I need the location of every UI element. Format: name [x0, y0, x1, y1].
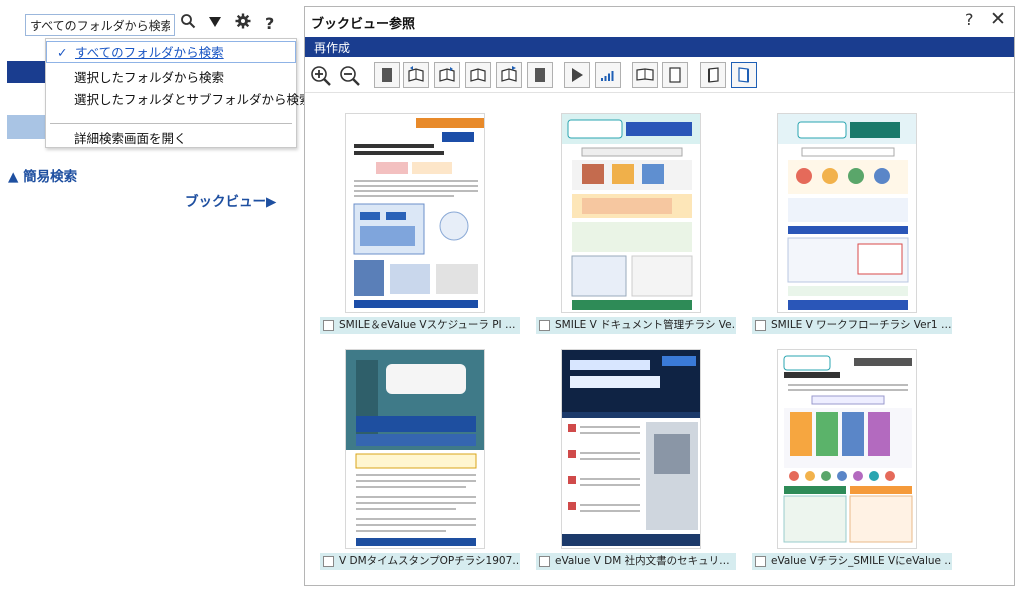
- menu-divider: [50, 123, 292, 124]
- book-thumbnail[interactable]: [777, 113, 917, 313]
- menu-item-label: 詳細検索画面を開く: [74, 131, 187, 146]
- viewer-toolbar: [305, 59, 1014, 93]
- book-caption: V DMタイムスタンプOPチラシ1907…: [320, 553, 520, 570]
- book-caption: SMILE V ワークフローチラシ Ver1 …: [752, 317, 952, 334]
- first-page-button[interactable]: [374, 62, 400, 88]
- select-checkbox[interactable]: [539, 320, 550, 331]
- menu-item-label: 選択したフォルダから検索: [74, 70, 225, 85]
- left-nav-highlight: [7, 61, 47, 83]
- next-spread-button[interactable]: [496, 62, 522, 88]
- book-thumbnail[interactable]: [561, 349, 701, 549]
- menu-item-label: すべてのフォルダから検索: [75, 45, 224, 60]
- book-title: V DMタイムスタンプOPチラシ1907…: [339, 555, 520, 567]
- book-card[interactable]: SMILE V ドキュメント管理チラシ Ve…: [536, 103, 736, 343]
- help-icon[interactable]: ?: [265, 13, 274, 35]
- book-caption: SMILE V ドキュメント管理チラシ Ve…: [536, 317, 736, 334]
- book-title: eValue Vチラシ_SMILE VにeValue …: [771, 555, 952, 567]
- book-card[interactable]: SMILE V ワークフローチラシ Ver1 …: [752, 103, 952, 343]
- prev-spread-button[interactable]: [403, 62, 429, 88]
- book-thumbnail[interactable]: [561, 113, 701, 313]
- play-button[interactable]: [564, 62, 590, 88]
- menu-item-all-folders[interactable]: ✓ すべてのフォルダから検索: [46, 41, 296, 63]
- zoom-out-button[interactable]: [336, 62, 362, 88]
- book-thumbnail[interactable]: [777, 349, 917, 549]
- book-card[interactable]: eValue V DM 社内文書のセキュリ…: [536, 339, 736, 579]
- check-icon: ✓: [57, 45, 68, 60]
- search-input[interactable]: [25, 14, 175, 36]
- menu-item-selected-folder[interactable]: 選択したフォルダから検索: [46, 67, 296, 89]
- recreate-menu[interactable]: 再作成: [314, 39, 350, 56]
- spread-view-button[interactable]: [632, 62, 658, 88]
- dialog-help-button[interactable]: ?: [965, 10, 974, 29]
- book-thumbnail[interactable]: [345, 113, 485, 313]
- dialog-title: ブックビュー参照: [311, 17, 416, 32]
- search-icon[interactable]: [180, 13, 196, 35]
- dialog-titlebar: ブックビュー参照 ? ✕: [305, 7, 1014, 35]
- gear-icon[interactable]: [235, 13, 251, 35]
- next-page-button[interactable]: [465, 62, 491, 88]
- prev-page-button[interactable]: [434, 62, 460, 88]
- zoom-in-button[interactable]: [307, 62, 333, 88]
- book-caption: eValue Vチラシ_SMILE VにeValue …: [752, 553, 952, 570]
- book-caption: eValue V DM 社内文書のセキュリ…: [536, 553, 736, 570]
- thumbnail-grid: SMILE＆eValue Vスケジューラ PI … SMILE V ドキュメント…: [305, 95, 1014, 585]
- book-title: SMILE V ドキュメント管理チラシ Ve…: [555, 319, 736, 331]
- right-binding-button[interactable]: [731, 62, 757, 88]
- last-page-button[interactable]: [527, 62, 553, 88]
- left-nav-row: [7, 115, 47, 139]
- book-caption: SMILE＆eValue Vスケジューラ PI …: [320, 317, 520, 334]
- simple-search-toggle[interactable]: ▲ 簡易検索: [8, 165, 77, 185]
- dropdown-arrow-icon[interactable]: [208, 13, 222, 35]
- book-title: SMILE V ワークフローチラシ Ver1 …: [771, 319, 952, 331]
- select-checkbox[interactable]: [323, 556, 334, 567]
- book-title: eValue V DM 社内文書のセキュリ…: [555, 555, 730, 567]
- select-checkbox[interactable]: [755, 556, 766, 567]
- book-card[interactable]: V DMタイムスタンプOPチラシ1907…: [320, 339, 520, 579]
- bookview-dialog: ブックビュー参照 ? ✕ 再作成 SMILE＆eValue Vスケジューラ PI…: [304, 6, 1015, 586]
- bookview-link[interactable]: ブックビュー▶: [185, 190, 276, 210]
- select-checkbox[interactable]: [755, 320, 766, 331]
- select-checkbox[interactable]: [539, 556, 550, 567]
- menu-item-label: 選択したフォルダとサブフォルダから検索: [74, 92, 312, 107]
- book-card[interactable]: SMILE＆eValue Vスケジューラ PI …: [320, 103, 520, 343]
- left-binding-button[interactable]: [700, 62, 726, 88]
- search-scope-menu: ✓ すべてのフォルダから検索 選択したフォルダから検索 選択したフォルダとサブフ…: [45, 38, 312, 150]
- single-page-view-button[interactable]: [662, 62, 688, 88]
- select-checkbox[interactable]: [323, 320, 334, 331]
- menu-item-advanced-search[interactable]: 詳細検索画面を開く: [46, 128, 296, 150]
- dialog-close-button[interactable]: ✕: [990, 8, 1006, 30]
- book-thumbnail[interactable]: [345, 349, 485, 549]
- book-card[interactable]: eValue Vチラシ_SMILE VにeValue …: [752, 339, 952, 579]
- book-title: SMILE＆eValue Vスケジューラ PI …: [339, 319, 516, 331]
- menu-item-selected-and-subfolders[interactable]: 選択したフォルダとサブフォルダから検索: [46, 89, 312, 111]
- speed-button[interactable]: [595, 62, 621, 88]
- dialog-menubar: 再作成: [305, 37, 1014, 57]
